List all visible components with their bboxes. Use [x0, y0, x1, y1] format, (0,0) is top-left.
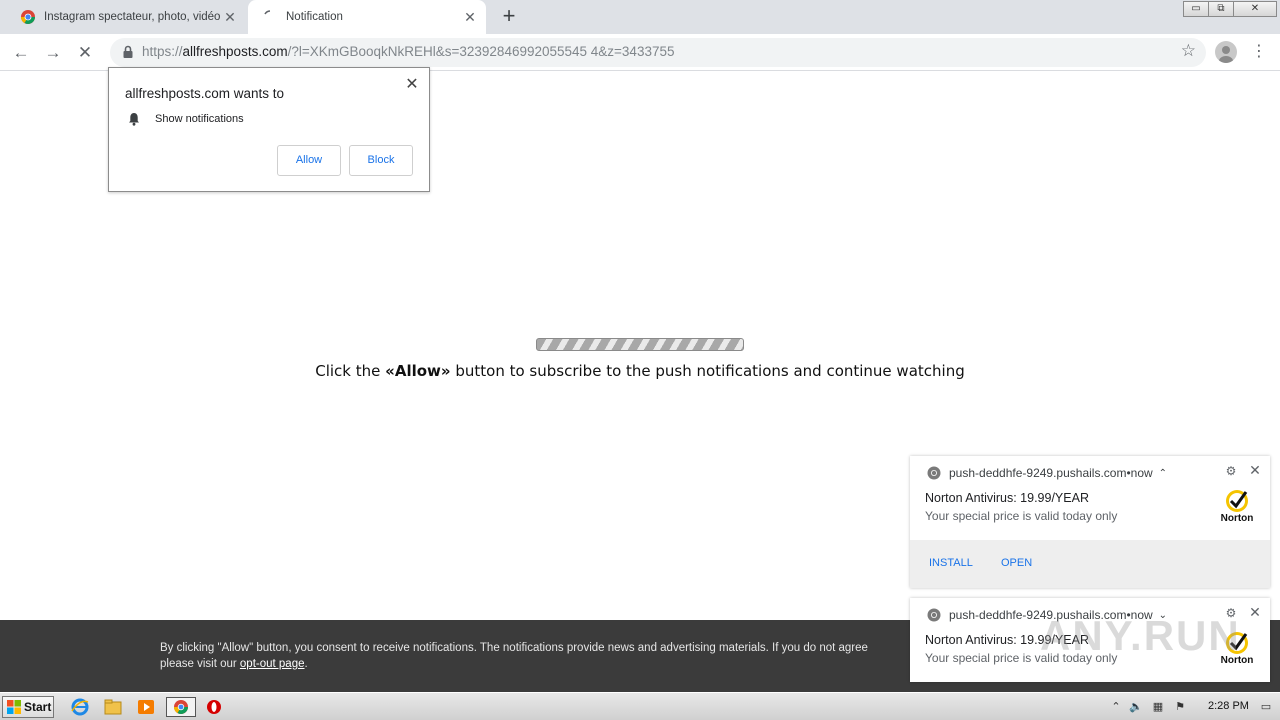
new-tab-button[interactable]: +	[498, 5, 520, 28]
notification-header: push-deddhfe-9249.pushails.com • now ⌄	[927, 608, 1167, 622]
forward-arrow-icon[interactable]: →	[42, 42, 64, 64]
consent-line: By clicking "Allow" button, you consent …	[160, 642, 868, 654]
close-icon[interactable]: ✕	[1248, 462, 1262, 478]
consent-text-part: .	[304, 658, 308, 670]
chevron-down-icon[interactable]: ⌄	[1159, 610, 1167, 621]
profile-avatar-icon[interactable]	[1215, 41, 1237, 63]
browser-toolbar: ← → ✕ https://allfreshposts.com/?l=XKmGB…	[0, 34, 1280, 71]
tab-instagram[interactable]: Instagram spectateur, photo, vidéo ✕	[8, 0, 246, 34]
message-text: Click the	[315, 362, 386, 380]
close-icon[interactable]: ✕	[403, 76, 421, 94]
notification-time: now	[1130, 608, 1153, 622]
bookmark-star-icon[interactable]: ☆	[1181, 41, 1196, 61]
volume-icon[interactable]: 🔈	[1129, 700, 1143, 714]
url-text[interactable]: https://allfreshposts.com/?l=XKmGBooqkNk…	[142, 44, 674, 59]
notification-source: push-deddhfe-9249.pushails.com	[949, 466, 1127, 480]
url-path: /?l=XKmGBooqkNkREHl&s=32392846992055545 …	[287, 44, 675, 59]
file-explorer-icon[interactable]	[102, 697, 124, 717]
tab-title: Notification	[286, 11, 343, 23]
message-text: button to subscribe to the push notifica…	[450, 362, 965, 380]
internet-explorer-icon[interactable]	[69, 697, 91, 717]
windows-taskbar: Start ⌃ 🔈 ▦ ⚑ ▭ 2:28 PM	[0, 692, 1280, 720]
address-bar[interactable]: https://allfreshposts.com/?l=XKmGBooqkNk…	[110, 38, 1206, 67]
clock[interactable]: 2:28 PM	[1208, 700, 1249, 712]
opt-out-link[interactable]: opt-out page	[240, 658, 305, 670]
norton-logo: Norton	[1218, 488, 1256, 524]
tab-notification[interactable]: Notification ✕	[248, 0, 486, 34]
tab-strip: Instagram spectateur, photo, vidéo ✕ Not…	[0, 0, 1280, 34]
chrome-taskbar-icon[interactable]	[166, 697, 196, 717]
opera-icon[interactable]	[203, 697, 225, 717]
chrome-icon	[927, 466, 941, 480]
tab-title: Instagram spectateur, photo, vidéo	[44, 11, 221, 23]
consent-text: By clicking "Allow" button, you consent …	[160, 640, 920, 672]
show-desktop-icon[interactable]: ▭	[1259, 700, 1273, 714]
url-scheme: https://	[142, 44, 183, 59]
gear-icon[interactable]: ⚙	[1224, 606, 1238, 620]
bell-icon	[127, 112, 141, 126]
notification-title: Norton Antivirus: 19.99/YEAR	[925, 491, 1089, 505]
notification-source: push-deddhfe-9249.pushails.com	[949, 608, 1127, 622]
permission-label: Show notifications	[155, 113, 244, 125]
chevron-up-icon[interactable]: ⌃	[1109, 700, 1123, 714]
consent-line: please visit our opt-out page.	[160, 656, 920, 672]
push-notification[interactable]: push-deddhfe-9249.pushails.com • now ⌃ ⚙…	[910, 456, 1270, 588]
windows-logo-icon	[7, 700, 21, 714]
stop-loading-icon[interactable]: ✕	[74, 42, 96, 64]
notification-time: now	[1130, 466, 1153, 480]
message-bold: «Allow»	[385, 362, 451, 380]
flag-icon[interactable]: ⚑	[1173, 700, 1187, 714]
url-host: allfreshposts.com	[182, 44, 288, 59]
allow-button[interactable]: Allow	[277, 145, 341, 176]
start-label: Start	[24, 700, 52, 714]
chrome-icon	[927, 608, 941, 622]
popup-title: allfreshposts.com wants to	[125, 86, 285, 101]
install-button[interactable]: INSTALL	[929, 557, 973, 569]
norton-logo: Norton	[1218, 630, 1256, 666]
tab-close-icon[interactable]: ✕	[462, 9, 478, 25]
close-window-button[interactable]: ✕	[1233, 1, 1277, 17]
permission-row: Show notifications	[127, 112, 244, 126]
media-player-icon[interactable]	[135, 697, 157, 717]
block-button[interactable]: Block	[349, 145, 413, 176]
notification-header: push-deddhfe-9249.pushails.com • now ⌃	[927, 466, 1167, 480]
network-icon[interactable]: ▦	[1151, 700, 1165, 714]
page-message: Click the «Allow» button to subscribe to…	[0, 362, 1280, 380]
loading-spinner-icon	[262, 9, 278, 25]
notification-body: Your special price is valid today only	[925, 509, 1118, 523]
loading-progress-bar	[536, 338, 744, 351]
chrome-colored-icon	[20, 9, 36, 25]
gear-icon[interactable]: ⚙	[1224, 464, 1238, 478]
menu-dots-icon[interactable]: ⋮	[1250, 40, 1268, 64]
back-arrow-icon[interactable]: ←	[10, 42, 32, 64]
notification-title: Norton Antivirus: 19.99/YEAR	[925, 633, 1089, 647]
lock-icon[interactable]	[120, 44, 136, 60]
system-tray: ⌃ 🔈 ▦ ⚑ ▭	[1105, 693, 1280, 720]
notification-actions: INSTALL OPEN	[910, 540, 1270, 588]
chevron-up-icon[interactable]: ⌃	[1159, 468, 1167, 479]
norton-logo-text: Norton	[1220, 513, 1254, 524]
notification-body: Your special price is valid today only	[925, 651, 1118, 665]
tab-close-icon[interactable]: ✕	[222, 9, 238, 25]
norton-logo-text: Norton	[1220, 655, 1254, 666]
start-button[interactable]: Start	[2, 696, 54, 718]
notification-permission-popup: allfreshposts.com wants to ✕ Show notifi…	[108, 67, 430, 192]
restore-button[interactable]: ⧉	[1208, 1, 1234, 17]
open-button[interactable]: OPEN	[1001, 557, 1032, 569]
minimize-button[interactable]: ▭	[1183, 1, 1209, 17]
push-notification[interactable]: push-deddhfe-9249.pushails.com • now ⌄ ⚙…	[910, 598, 1270, 682]
consent-text-part: please visit our	[160, 658, 240, 670]
close-icon[interactable]: ✕	[1248, 604, 1262, 620]
